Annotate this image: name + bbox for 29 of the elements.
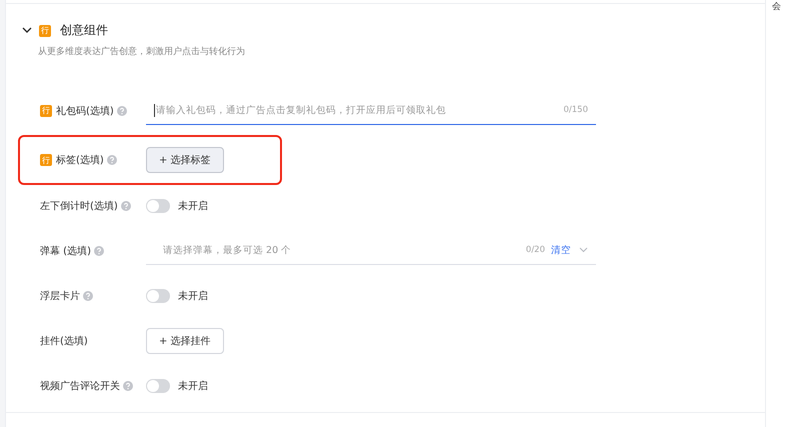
chevron-down-icon[interactable] [22, 27, 32, 34]
switch-state: 未开启 [178, 290, 208, 302]
field-label: 视频广告评论开关 [40, 380, 120, 392]
select-button[interactable]: + 选择标签 [146, 147, 224, 173]
field-label: 标签(选填) [56, 154, 104, 167]
field-label: 弹幕 (选填) [40, 244, 91, 258]
field-label: 浮层卡片 [40, 290, 80, 302]
toggle-switch[interactable] [146, 288, 170, 302]
help-icon[interactable] [120, 200, 131, 210]
row-badge: 行 [40, 154, 52, 166]
select-button[interactable]: + 选择挂件 [146, 328, 224, 354]
field-label: 挂件(选填) [40, 334, 88, 348]
row-badge: 行 [40, 104, 52, 116]
help-icon[interactable] [83, 290, 93, 300]
section-title: 创意组件 [60, 22, 108, 39]
help-icon[interactable] [106, 155, 117, 165]
sidebar-text: 会 [772, 2, 781, 13]
barrage-select[interactable]: 请选择弹幕，最多可选 20 个 0/20 清空 [146, 236, 596, 264]
help-icon[interactable] [94, 246, 104, 256]
help-icon[interactable] [116, 106, 127, 116]
switch-state: 未开启 [178, 380, 208, 392]
switch-state: 未开启 [178, 200, 208, 212]
row-badge: 行 [39, 24, 51, 36]
toggle-switch[interactable] [146, 378, 170, 392]
toggle-switch[interactable] [146, 198, 170, 212]
section-subtitle: 从更多维度表达广告创意，刺激用户点击与转化行为 [38, 46, 246, 58]
field-label: 左下倒计时(选填) [40, 200, 118, 212]
help-icon[interactable] [123, 380, 133, 390]
field-label: 礼包码(选填) [56, 104, 114, 118]
